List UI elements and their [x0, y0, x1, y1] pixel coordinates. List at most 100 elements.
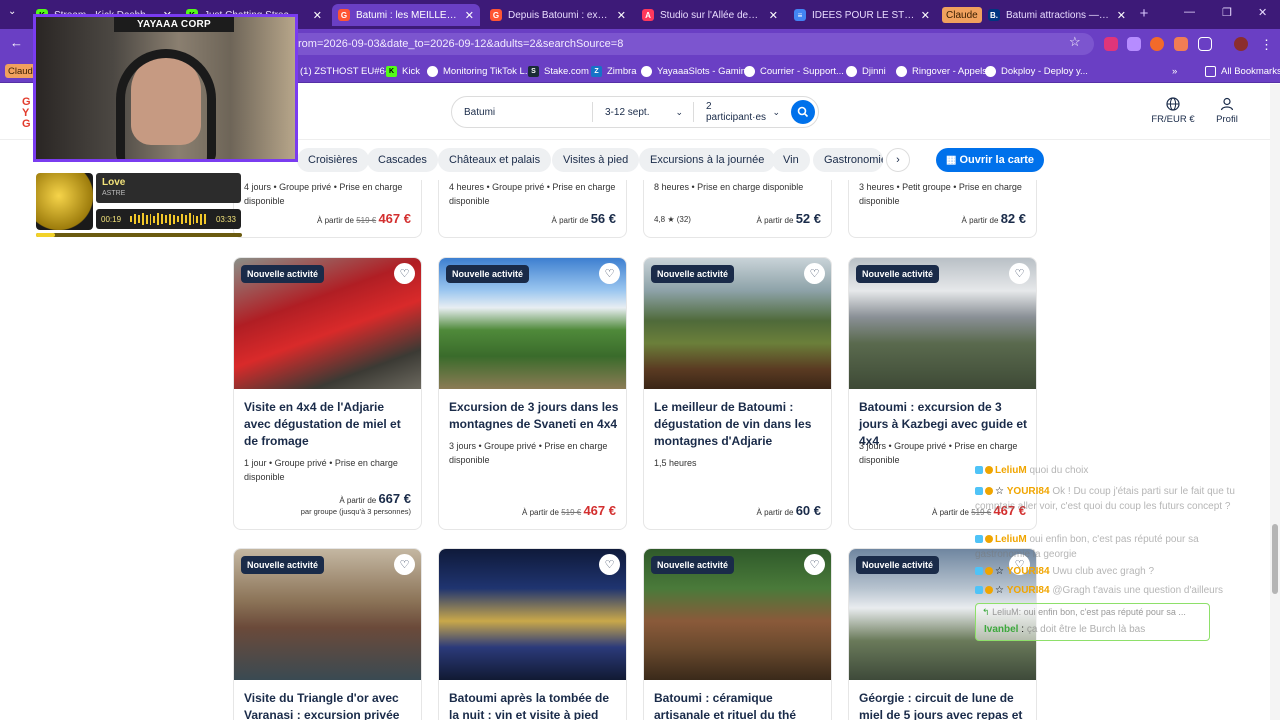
globe-icon: [896, 65, 907, 77]
chip-gastronomie[interactable]: Gastronomie: [813, 148, 883, 172]
all-bookmarks[interactable]: All Bookmarks: [1205, 64, 1280, 78]
chip-vin[interactable]: Vin: [772, 148, 810, 172]
waveform-bar: [180, 214, 183, 224]
activity-card[interactable]: Nouvelle activité ♡ Batoumi : céramique …: [643, 548, 832, 720]
search-bar: Batumi 3-12 sept. ⌄ 2 participant·es ⌄: [451, 96, 819, 128]
bookmark-item[interactable]: Monitoring TikTok L...: [427, 64, 533, 78]
activity-card-partial[interactable]: 8 heures • Prise en charge disponible 4,…: [643, 180, 832, 238]
heart-icon[interactable]: ♡: [804, 263, 825, 284]
date-picker[interactable]: 3-12 sept. ⌄: [593, 97, 693, 127]
menu-dots-icon[interactable]: ⋮: [1260, 37, 1273, 53]
chip-croisieres[interactable]: Croisières: [297, 148, 369, 172]
search-icon: [797, 106, 809, 118]
extension-icon[interactable]: [1174, 37, 1188, 51]
back-icon[interactable]: ←: [10, 35, 23, 50]
globe-icon: [744, 65, 755, 77]
activity-card[interactable]: Nouvelle activité ♡ Excursion de 3 jours…: [438, 257, 627, 530]
globe-icon: [1166, 97, 1180, 111]
globe-icon: [641, 65, 652, 77]
globe-icon: [846, 65, 857, 77]
tab-5[interactable]: A Studio sur l'Allée des Héros - ✕: [636, 4, 784, 26]
activity-card-partial[interactable]: 3 heures • Petit groupe • Prise en charg…: [848, 180, 1037, 238]
docs-icon: ≡: [794, 9, 806, 21]
bookmark-item[interactable]: Dokploy - Deploy y...: [985, 64, 1088, 78]
chevron-down-icon: ⌄: [772, 106, 780, 117]
chip-cascades[interactable]: Cascades: [367, 148, 438, 172]
close-tab-icon[interactable]: ✕: [617, 9, 626, 22]
activity-card-partial[interactable]: 4 heures • Groupe privé • Prise en charg…: [438, 180, 627, 238]
bookmarks-overflow-icon[interactable]: »: [1172, 64, 1177, 78]
price: À partir de 519 € 467 €: [317, 211, 411, 226]
bookmark-item[interactable]: K Kick: [386, 64, 420, 78]
stream-chat-overlay: LeliuM quoi du choix ☆ YOURI84 Ok ! Du c…: [973, 462, 1243, 642]
album-cover: [36, 173, 93, 230]
heart-icon[interactable]: ♡: [804, 554, 825, 575]
participants-picker[interactable]: 2 participant·es ⌄: [694, 97, 790, 127]
bookmark-star-icon[interactable]: ☆: [1069, 34, 1081, 50]
bookmark-item[interactable]: S Stake.com: [528, 64, 589, 78]
tab-6[interactable]: ≡ IDEES POUR LE STREAM YAYA ✕: [788, 4, 936, 26]
page-scrollbar[interactable]: [1270, 84, 1280, 720]
chat-message: ☆ YOURI84 Uwu club avec gragh ?: [975, 566, 1154, 577]
heart-icon[interactable]: ♡: [394, 263, 415, 284]
bookmark-item[interactable]: Courrier - Support...: [744, 64, 844, 78]
heart-icon[interactable]: ♡: [599, 554, 620, 575]
avatar[interactable]: [1234, 37, 1248, 51]
activity-card[interactable]: Nouvelle activité ♡ Visite du Triangle d…: [233, 548, 422, 720]
bookmark-item[interactable]: (1) ZSTHOST EU#6-...: [300, 64, 396, 78]
price: À partir de 519 € 467 €: [522, 503, 616, 518]
chat-message: LeliuM quoi du choix: [975, 465, 1088, 476]
extensions-puzzle-icon[interactable]: [1198, 37, 1212, 51]
close-window-icon[interactable]: ✕: [1258, 6, 1267, 19]
extension-icon[interactable]: [1150, 37, 1164, 51]
waveform-bar: [188, 213, 191, 225]
location-input[interactable]: Batumi: [452, 97, 592, 127]
close-tab-icon[interactable]: ✕: [313, 9, 322, 22]
activity-card[interactable]: ♡ Batoumi après la tombée de la nuit : v…: [438, 548, 627, 720]
waveform-bar: [204, 214, 207, 224]
extension-icon[interactable]: [1127, 37, 1141, 51]
bookmark-item[interactable]: YayaaaSlots - Gamin...: [641, 64, 754, 78]
reply-arrow-icon: ↰: [982, 607, 990, 617]
close-tab-icon[interactable]: ✕: [921, 9, 930, 22]
maximize-icon[interactable]: ❐: [1222, 6, 1232, 19]
tab-8[interactable]: B. Batumi attractions — Booking ✕: [982, 4, 1132, 26]
minimize-icon[interactable]: —: [1184, 6, 1195, 18]
search-button[interactable]: [791, 100, 815, 124]
chat-message: ☆ YOURI84 Ok ! Du coup j'étais parti sur…: [975, 486, 1235, 512]
heart-icon[interactable]: ♡: [1009, 263, 1030, 284]
bookmark-item[interactable]: Djinni: [846, 64, 886, 78]
globe-icon: [427, 65, 438, 77]
chevron-right-icon[interactable]: ›: [886, 148, 910, 172]
activity-card[interactable]: Nouvelle activité ♡ Visite en 4x4 de l'A…: [233, 257, 422, 530]
bookmark-item[interactable]: Ringover - Appels: [896, 64, 987, 78]
currency-selector[interactable]: FR/EUR €: [1150, 97, 1196, 125]
tab-3-active[interactable]: G Batumi : les MEILLEURES activ ✕: [332, 4, 480, 26]
chat-reply-message: ↰ LeliuM: oui enfin bon, c'est pas réput…: [975, 603, 1210, 641]
tab-search-icon[interactable]: ⌄: [8, 6, 16, 17]
activity-card-partial[interactable]: 4 jours • Groupe privé • Prise en charge…: [233, 180, 422, 238]
chip-chateaux[interactable]: Châteaux et palais: [438, 148, 552, 172]
close-tab-icon[interactable]: ✕: [1117, 9, 1126, 22]
getyourguide-logo[interactable]: GYG: [22, 97, 31, 130]
tab-7-claude[interactable]: Claude: [942, 7, 982, 23]
price: À partir de 56 €: [551, 211, 616, 226]
close-tab-icon[interactable]: ✕: [769, 9, 778, 22]
bookmark-item[interactable]: Z Zimbra: [591, 64, 637, 78]
chip-visites-pied[interactable]: Visites à pied: [552, 148, 640, 172]
extension-icon[interactable]: [1104, 37, 1118, 51]
heart-icon[interactable]: ♡: [394, 554, 415, 575]
tab-4[interactable]: G Depuis Batoumi : excursion à ✕: [484, 4, 632, 26]
waveform-bar: [157, 213, 160, 225]
stake-icon: S: [528, 65, 539, 77]
open-map-button[interactable]: ▦ Ouvrir la carte: [936, 148, 1045, 172]
activity-card[interactable]: Nouvelle activité ♡ Le meilleur de Batou…: [643, 257, 832, 530]
close-tab-icon[interactable]: ✕: [465, 9, 474, 22]
scrollbar-thumb[interactable]: [1272, 524, 1278, 594]
chat-message: LeliuM oui enfin bon, c'est pas réputé p…: [975, 534, 1199, 560]
profile-button[interactable]: Profil: [1210, 97, 1244, 125]
new-tab-button[interactable]: +: [1136, 6, 1152, 22]
chip-excursions[interactable]: Excursions à la journée: [639, 148, 776, 172]
waveform-bar: [172, 214, 175, 224]
heart-icon[interactable]: ♡: [599, 263, 620, 284]
